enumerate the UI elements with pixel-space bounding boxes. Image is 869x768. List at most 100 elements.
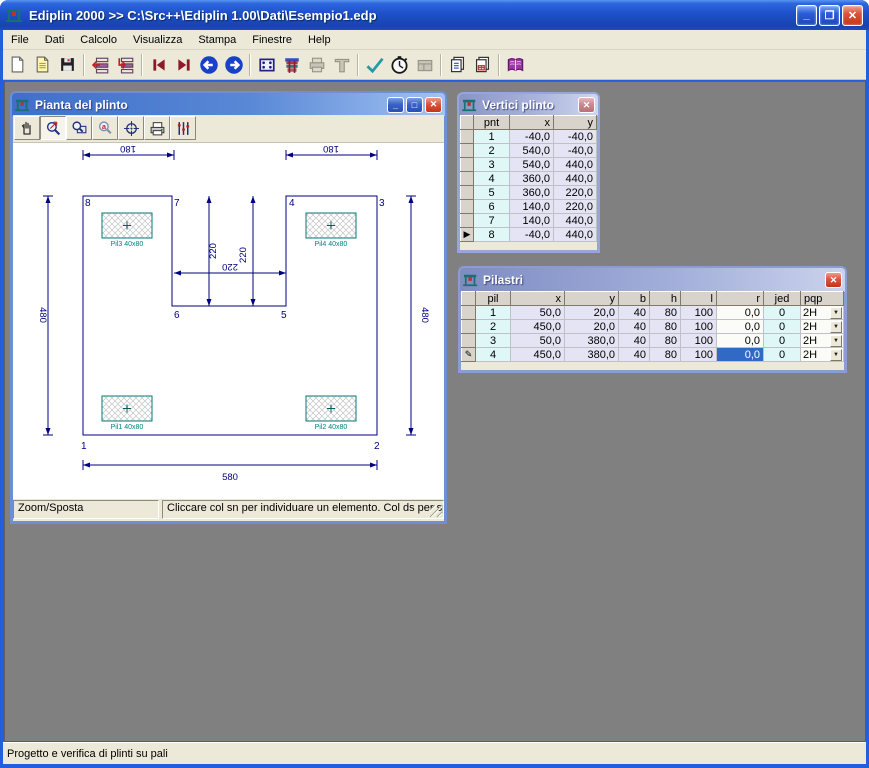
col-pnt[interactable]: pnt <box>474 116 510 130</box>
first-record-icon[interactable] <box>146 52 171 77</box>
plan-status-hint: Cliccare col sn per individuare un eleme… <box>162 500 444 519</box>
plan-minimize-button[interactable]: _ <box>387 97 404 113</box>
copy-pages-icon[interactable] <box>445 52 470 77</box>
table-row[interactable]: ▶ 8 -40,0 440,0 <box>461 228 597 242</box>
menu-file[interactable]: File <box>3 31 37 49</box>
toolbar-separator <box>440 54 442 76</box>
table-row[interactable]: 1 -40,0 -40,0 <box>461 130 597 144</box>
pilaster-pil4[interactable]: Pil4 40x80 <box>306 213 356 248</box>
dropdown-arrow-icon[interactable]: ▼ <box>830 307 842 319</box>
plan-maximize-button[interactable]: □ <box>406 97 423 113</box>
stopwatch-icon[interactable] <box>387 52 412 77</box>
col-b[interactable]: b <box>619 292 650 306</box>
table-prev-icon[interactable] <box>88 52 113 77</box>
svg-text:6: 6 <box>174 310 180 321</box>
app-window: Ediplin 2000 >> C:\Src++\Ediplin 1.00\Da… <box>0 0 869 768</box>
pilastri-table: pil x y b h l r jed pqp 1 50,0 20,0 40 8… <box>461 291 844 362</box>
col-pqp[interactable]: pqp <box>801 292 844 306</box>
menu-calcolo[interactable]: Calcolo <box>72 31 125 49</box>
main-toolbar <box>3 50 866 80</box>
table-row[interactable]: 3 50,0 380,0 40 80 100 0,0 0 2H▼ <box>462 334 844 348</box>
dim-right <box>406 196 416 435</box>
title-bar[interactable]: Ediplin 2000 >> C:\Src++\Ediplin 1.00\Da… <box>0 0 869 30</box>
toolbar-separator <box>83 54 85 76</box>
menu-dati[interactable]: Dati <box>37 31 73 49</box>
pilastri-title-bar[interactable]: Pilastri ✕ <box>460 268 845 292</box>
table-row[interactable]: 1 50,0 20,0 40 80 100 0,0 0 2H▼ <box>462 306 844 320</box>
col-r[interactable]: r <box>717 292 764 306</box>
vertici-title-bar[interactable]: Vertici plinto ✕ <box>459 94 598 116</box>
dim-label: 480 <box>419 307 430 323</box>
maximize-button[interactable]: ❐ <box>819 5 840 26</box>
table-row[interactable]: ✎ 4 450,0 380,0 40 80 100 0,0 0 2H▼ <box>462 348 844 362</box>
zoom-drag-icon[interactable] <box>40 116 66 140</box>
dropdown-arrow-icon[interactable]: ▼ <box>830 321 842 333</box>
minimize-button[interactable]: _ <box>796 5 817 26</box>
col-l[interactable]: l <box>681 292 717 306</box>
dropdown-arrow-icon[interactable]: ▼ <box>830 335 842 347</box>
vertici-window-icon <box>462 98 478 112</box>
last-record-icon[interactable] <box>171 52 196 77</box>
menu-help[interactable]: Help <box>300 31 339 49</box>
resize-grip[interactable] <box>430 505 442 517</box>
new-file-icon[interactable] <box>5 52 30 77</box>
table-row[interactable]: 3 540,0 440,0 <box>461 158 597 172</box>
table-row[interactable]: 7 140,0 440,0 <box>461 214 597 228</box>
table-row[interactable]: 4 360,0 440,0 <box>461 172 597 186</box>
vertici-window-title: Vertici plinto <box>482 98 554 112</box>
col-jed[interactable]: jed <box>764 292 801 306</box>
plan-window-icon <box>15 98 31 112</box>
menu-finestre[interactable]: Finestre <box>244 31 300 49</box>
plan-toolbar: a <box>13 115 444 142</box>
check-calc-icon[interactable] <box>362 52 387 77</box>
menu-visualizza[interactable]: Visualizza <box>125 31 190 49</box>
table-next-icon[interactable] <box>113 52 138 77</box>
table-row[interactable]: 5 360,0 220,0 <box>461 186 597 200</box>
display-options-icon[interactable] <box>170 116 196 140</box>
table-header-row: pnt x y <box>461 116 597 130</box>
save-file-icon[interactable] <box>55 52 80 77</box>
col-y[interactable]: y <box>565 292 619 306</box>
zoom-all-icon[interactable]: a <box>92 116 118 140</box>
print-plan-icon[interactable] <box>144 116 170 140</box>
help-book-icon[interactable] <box>503 52 528 77</box>
current-row-marker: ▶ <box>461 228 474 242</box>
svg-text:5: 5 <box>281 310 287 321</box>
nav-back-icon[interactable] <box>196 52 221 77</box>
svg-text:4: 4 <box>289 198 295 209</box>
pilaster-pil3[interactable]: Pil3 40x80 <box>102 213 152 248</box>
nav-forward-icon[interactable] <box>221 52 246 77</box>
copy-table-icon[interactable] <box>470 52 495 77</box>
col-y[interactable]: y <box>554 116 597 130</box>
pan-hand-icon[interactable] <box>14 116 40 140</box>
armature-table-icon[interactable] <box>279 52 304 77</box>
table-row[interactable]: 2 450,0 20,0 40 80 100 0,0 0 2H▼ <box>462 320 844 334</box>
col-x[interactable]: x <box>510 116 554 130</box>
plan-title-bar[interactable]: Pianta del plinto _ □ ✕ <box>12 93 445 116</box>
col-pil[interactable]: pil <box>476 292 511 306</box>
close-button[interactable]: ✕ <box>842 5 863 26</box>
pilaster-label: Pil1 40x80 <box>111 424 144 431</box>
center-view-icon[interactable] <box>118 116 144 140</box>
toolbar-separator <box>498 54 500 76</box>
selected-cell[interactable]: 0,0 <box>717 348 764 362</box>
plan-canvas[interactable]: 180 180 480 <box>13 142 444 499</box>
dropdown-arrow-icon[interactable]: ▼ <box>830 349 842 361</box>
zoom-window-icon[interactable] <box>66 116 92 140</box>
menu-stampa[interactable]: Stampa <box>190 31 244 49</box>
dim-bottom <box>83 460 377 470</box>
pilaster-pil1[interactable]: Pil1 40x80 <box>102 396 152 431</box>
pilastri-close-button[interactable]: ✕ <box>825 272 842 288</box>
svg-text:8: 8 <box>85 198 91 209</box>
col-h[interactable]: h <box>650 292 681 306</box>
col-x[interactable]: x <box>511 292 565 306</box>
pilaster-pil2[interactable]: Pil2 40x80 <box>306 396 356 431</box>
table-row[interactable]: 2 540,0 -40,0 <box>461 144 597 158</box>
vertici-close-button[interactable]: ✕ <box>578 97 595 113</box>
plinto-plan-icon[interactable] <box>254 52 279 77</box>
table-row[interactable]: 6 140,0 220,0 <box>461 200 597 214</box>
toolbar-separator <box>249 54 251 76</box>
dim-label: 180 <box>120 143 136 154</box>
open-file-icon[interactable] <box>30 52 55 77</box>
plan-close-button[interactable]: ✕ <box>425 97 442 113</box>
